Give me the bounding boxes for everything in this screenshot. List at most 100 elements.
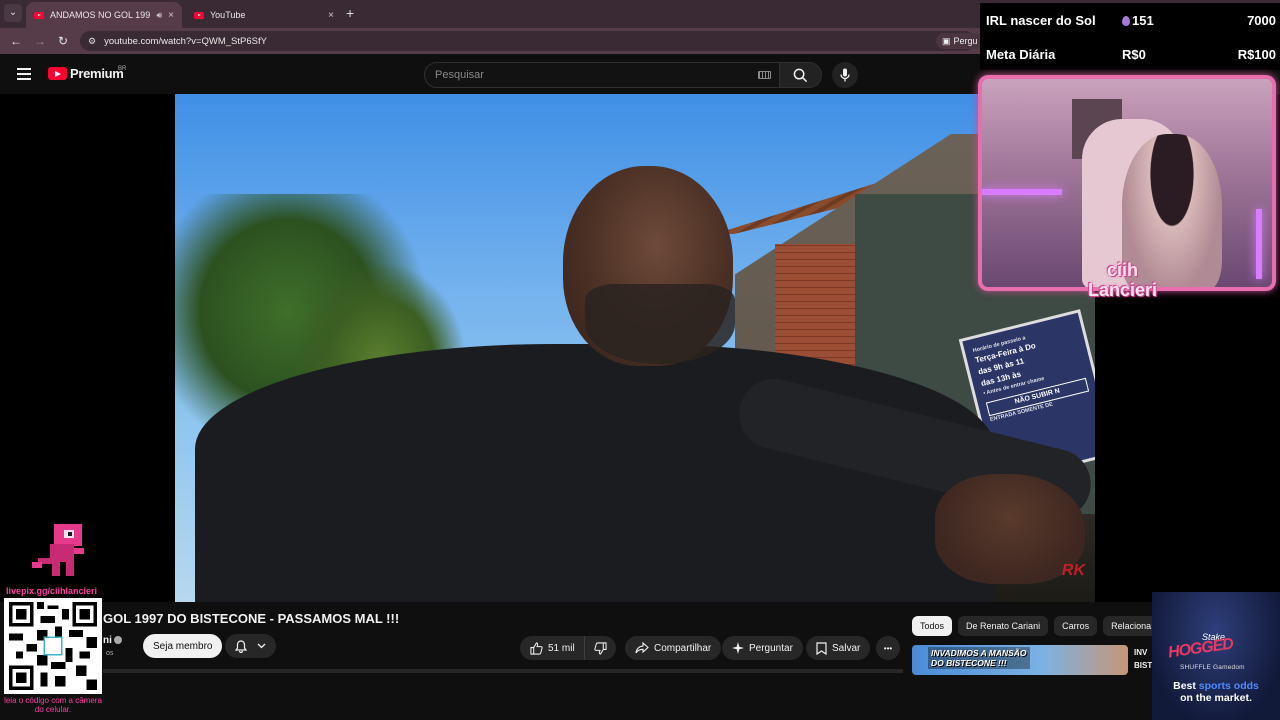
verified-icon [113, 636, 122, 645]
more-icon: ••• [883, 643, 893, 653]
ask-button[interactable]: Perguntar [722, 636, 803, 660]
sponsor-brand-logo: HOGGED [1167, 635, 1234, 662]
keyboard-icon[interactable] [758, 71, 771, 79]
sparkle-icon [732, 642, 744, 654]
recommended-video-thumbnail[interactable]: INVADIMOS A MANSÃO DO BISTECONE !!! [912, 645, 1128, 675]
description-separator [103, 669, 903, 673]
chevron-down-icon [257, 643, 266, 649]
dislike-button[interactable] [584, 636, 616, 660]
search-button[interactable] [780, 62, 822, 88]
notifications-button[interactable] [225, 634, 276, 658]
video-player[interactable]: Horário de passeio a Terça-Feira à Do da… [175, 94, 1095, 602]
screen: { "browser": { "tabs": [ {"title": "ANDA… [0, 0, 1280, 720]
like-button[interactable]: 51 mil [520, 636, 587, 660]
microphone-icon [840, 68, 850, 82]
thumbnail-caption: INVADIMOS A MANSÃO DO BISTECONE !!! [928, 647, 1030, 669]
tagline-text: on the market. [1180, 692, 1252, 704]
goal-label: IRL nascer do Sol [986, 13, 1096, 28]
ask-label: Perguntar [749, 642, 793, 654]
tab-search-button[interactable]: ⌄ [4, 4, 22, 22]
youtube-favicon-icon [34, 11, 44, 19]
channel-name[interactable]: ni [103, 635, 122, 646]
youtube-logo-icon [48, 67, 67, 80]
qr-code-icon [9, 602, 97, 690]
forward-arrow-icon[interactable]: → [34, 33, 46, 49]
join-label: Seja membro [153, 640, 213, 652]
share-icon [635, 642, 649, 654]
tab-youtube-video[interactable]: ANDAMOS NO GOL 1997 [ 🔊︎ × [26, 2, 182, 28]
thumbnail-caption-line: DO BISTECONE !!! [931, 658, 1007, 668]
search-bar [424, 62, 822, 88]
new-tab-button[interactable]: + [346, 5, 354, 21]
ask-chip[interactable]: ▣ Pergu [936, 33, 984, 49]
streamer-name-line: Lancieri [1088, 280, 1158, 300]
site-info-icon[interactable]: ⚙ [88, 36, 96, 47]
search-box [424, 62, 780, 88]
bookmark-icon [816, 641, 827, 655]
bits-icon [1122, 16, 1130, 26]
tab-title: YouTube [210, 10, 246, 20]
qr-code [4, 598, 102, 694]
goal-value: R$0 [1122, 47, 1146, 62]
bell-icon [235, 639, 247, 653]
sponsor-partners: SHUFFLE Gamedom [1180, 664, 1245, 671]
tab-youtube[interactable]: YouTube × [186, 2, 342, 28]
video-title: GOL 1997 DO BISTECONE - PASSAMOS MAL !!! [103, 611, 400, 626]
thumbs-down-icon [594, 641, 607, 655]
more-actions-button[interactable]: ••• [876, 636, 900, 660]
streamer-webcam [978, 75, 1276, 291]
save-button[interactable]: Salvar [806, 636, 871, 660]
goal-value-text: 151 [1132, 13, 1154, 28]
pixel-mascot-icon [32, 524, 84, 576]
logo-text: Premium [70, 66, 124, 81]
share-label: Compartilhar [654, 642, 712, 654]
related-chip-bar: Todos De Renato Cariani Carros Relaciona [912, 616, 1160, 636]
chip-relacionados[interactable]: Relaciona [1103, 616, 1160, 636]
video-frame-person-beard [585, 284, 735, 364]
chip-carros[interactable]: Carros [1054, 616, 1098, 636]
country-code: BR [118, 66, 127, 72]
sponsor-tagline: Best sports odds on the market. [1152, 680, 1280, 704]
search-input[interactable] [435, 69, 735, 81]
back-arrow-icon[interactable]: ← [10, 33, 22, 49]
menu-icon[interactable] [17, 68, 31, 80]
join-button[interactable]: Seja membro [143, 634, 223, 658]
ask-chip-label: Pergu [953, 36, 978, 46]
webcam-led-light [1256, 209, 1262, 279]
goal-target: R$100 [1237, 47, 1276, 62]
channel-watermark: RK [1061, 562, 1085, 579]
chat-icon: ▣ [942, 35, 951, 46]
thumbnail-caption-line: INVADIMOS A MANSÃO [931, 648, 1027, 658]
tagline-text: Best [1173, 680, 1199, 692]
address-bar[interactable]: ⚙ youtube.com/watch?v=QWM_StP6SfY [80, 31, 975, 51]
goal-target: 7000 [1247, 13, 1276, 28]
chip-todos[interactable]: Todos [912, 616, 953, 636]
close-tab-icon[interactable]: × [168, 10, 174, 21]
livepix-link[interactable]: livepix.gg/ciihlancieri [6, 586, 97, 596]
recommended-title-line: INV [1134, 648, 1148, 657]
voice-search-button[interactable] [832, 62, 858, 88]
reload-icon[interactable]: ↻ [58, 33, 68, 49]
qr-caption: leia o código com a câmera do celular. [4, 696, 102, 714]
chip-renato-cariani[interactable]: De Renato Cariani [958, 616, 1049, 636]
youtube-favicon-icon [194, 11, 204, 19]
save-label: Salvar [832, 642, 861, 654]
speaker-icon[interactable]: 🔊︎ [156, 10, 162, 21]
close-tab-icon[interactable]: × [328, 10, 334, 21]
recommended-video-title[interactable]: INV BIST [1134, 646, 1152, 672]
tagline-highlight: sports odds [1198, 680, 1259, 692]
goal-label: Meta Diária [986, 47, 1056, 62]
webcam-led-light [982, 189, 1062, 195]
youtube-premium-logo[interactable]: Premium [48, 66, 124, 81]
streamer-name-logo: ciih Lancieri [1088, 260, 1157, 300]
share-button[interactable]: Compartilhar [625, 636, 722, 660]
recommended-title-line: BIST [1134, 661, 1153, 670]
channel-name-text: ni [103, 635, 112, 646]
like-count: 51 mil [548, 642, 575, 654]
search-icon [793, 68, 808, 82]
goal-value: 151 [1122, 13, 1154, 28]
tab-title: ANDAMOS NO GOL 1997 [ [50, 10, 151, 20]
sponsor-ad[interactable]: Stake HOGGED SHUFFLE Gamedom Best sports… [1152, 592, 1280, 720]
stream-goals-overlay: IRL nascer do Sol 151 7000 Meta Diária R… [980, 3, 1280, 70]
url-text: youtube.com/watch?v=QWM_StP6SfY [104, 35, 267, 47]
